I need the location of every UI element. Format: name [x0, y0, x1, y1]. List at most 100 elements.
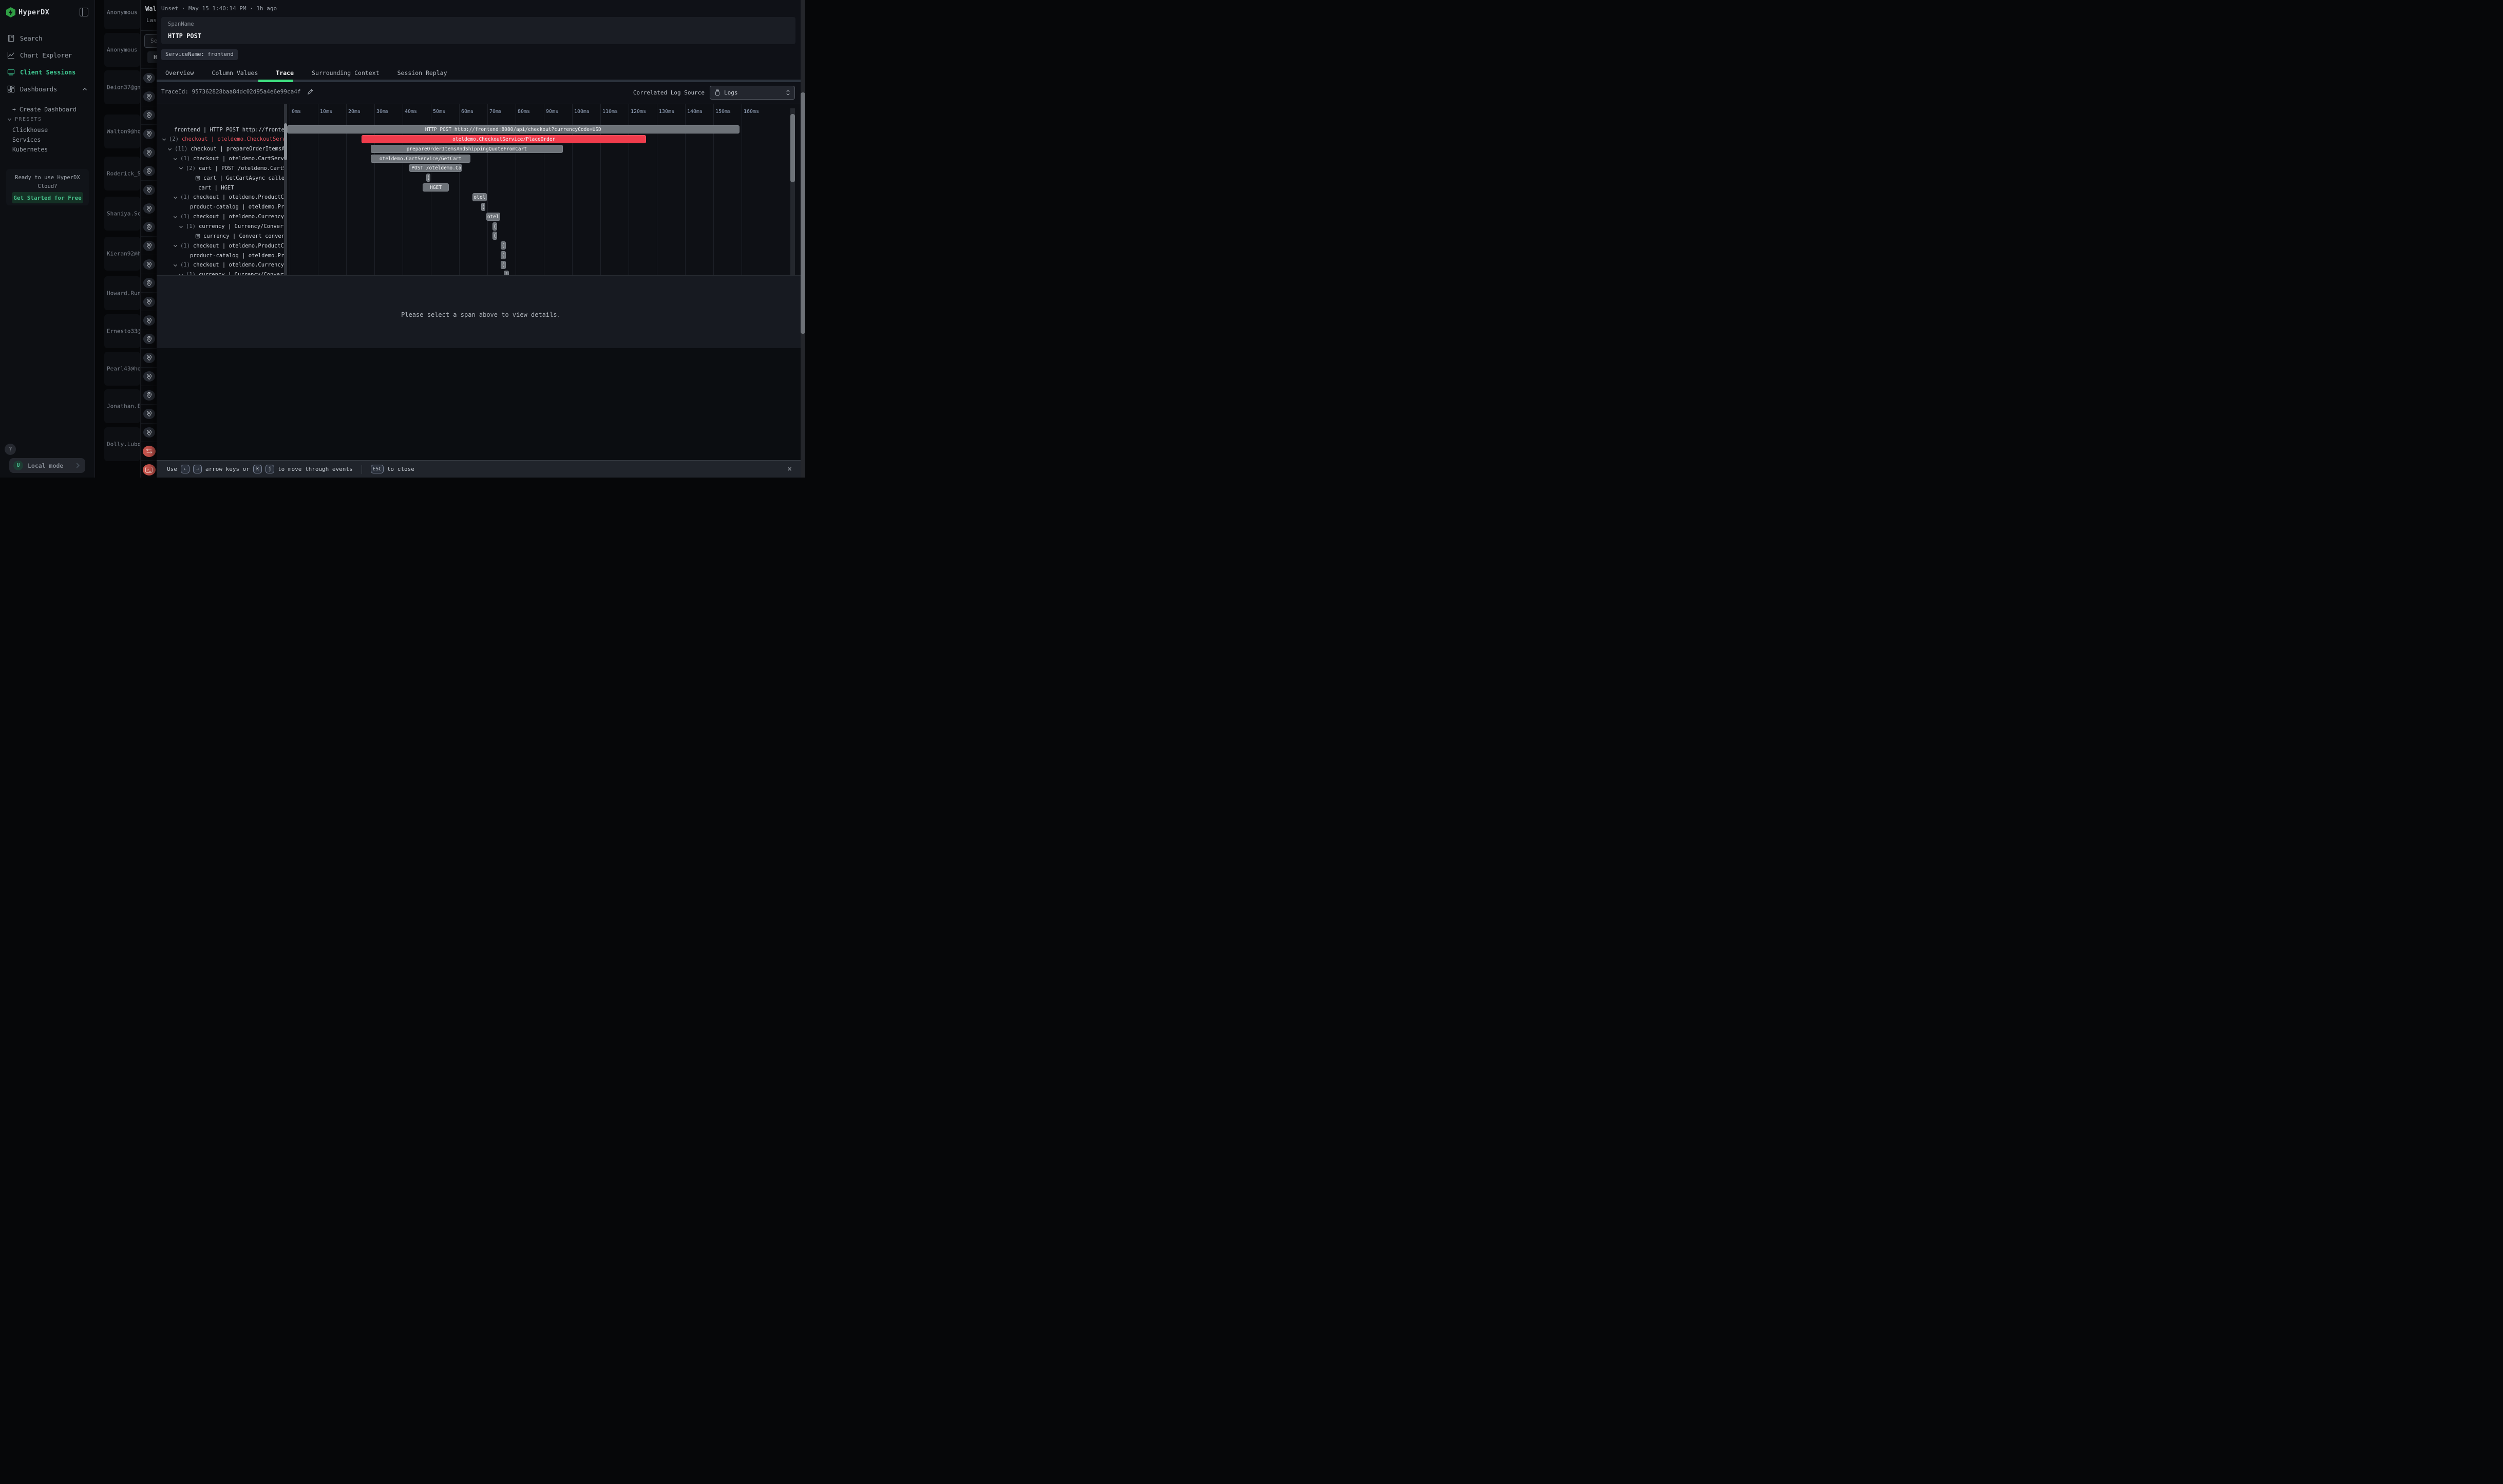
span-tree-row[interactable]: (1)currency | Currency/Convert — [158, 222, 285, 232]
event-row[interactable] — [141, 87, 157, 105]
sidebar-item-search[interactable]: Search — [0, 30, 95, 47]
sidebar-item-chart-explorer[interactable]: Chart Explorer — [0, 47, 95, 64]
preset-item-kubernetes[interactable]: Kubernetes — [12, 146, 89, 156]
event-row[interactable] — [141, 330, 157, 348]
chevron-down-icon[interactable] — [173, 157, 178, 161]
preset-item-services[interactable]: Services — [12, 136, 89, 146]
event-row[interactable] — [141, 311, 157, 329]
span-tree-row[interactable]: frontend | HTTP POST http://frontend:… — [158, 125, 285, 135]
span-bar[interactable]: ( — [504, 271, 509, 276]
span-bar[interactable]: ( — [501, 241, 506, 250]
span-tree-row[interactable]: (1)checkout | oteldemo.CurrencySe… — [158, 212, 285, 222]
event-row[interactable] — [141, 292, 157, 311]
span-bar[interactable]: otel — [472, 193, 487, 201]
event-row[interactable] — [141, 274, 157, 292]
event-row[interactable] — [141, 255, 157, 273]
session-card[interactable]: Howard.Run — [104, 276, 140, 310]
tab-trace[interactable]: Trace — [276, 69, 294, 77]
span-tree-row[interactable]: cart | GetCartAsync called… — [158, 173, 285, 183]
edit-pencil-icon[interactable] — [307, 89, 313, 95]
chevron-down-icon[interactable] — [173, 195, 178, 200]
session-card[interactable]: Ernesto33@ — [104, 314, 140, 348]
session-card[interactable]: Shaniya.Sc — [104, 197, 140, 231]
span-bar[interactable]: oteldemo.CartService/GetCart — [371, 155, 470, 163]
chevron-down-icon[interactable] — [173, 215, 178, 219]
session-card[interactable]: Deion37@gm — [104, 70, 140, 104]
span-tree-row[interactable]: currency | Convert convers… — [158, 231, 285, 241]
span-tree-row[interactable]: (1)checkout | oteldemo.CurrencySe… — [158, 260, 285, 270]
chevron-down-icon[interactable] — [179, 166, 183, 170]
span-tree-row[interactable]: (1)currency | Currency/Convert — [158, 270, 285, 276]
waterfall-scrollbar-thumb[interactable] — [790, 114, 795, 182]
tab-surrounding-context[interactable]: Surrounding Context — [312, 69, 380, 77]
preset-item-clickhouse[interactable]: Clickhouse — [12, 126, 89, 136]
close-icon[interactable]: × — [787, 464, 792, 473]
session-card[interactable]: Pearl43@ho — [104, 352, 140, 386]
session-card[interactable]: Walton9@ho — [104, 115, 140, 148]
event-row[interactable] — [141, 348, 157, 367]
session-card[interactable]: Anonymous — [104, 0, 140, 29]
session-card[interactable]: Jonathan.E — [104, 389, 140, 423]
span-bar[interactable]: prepareOrderItemsAndShippingQuoteFromCar… — [371, 145, 563, 153]
span-tree-row[interactable]: (1)checkout | oteldemo.ProductCat… — [158, 193, 285, 202]
span-bar[interactable]: ( — [501, 261, 506, 269]
histogram-button-clipped[interactable]: H — [147, 51, 157, 63]
span-bar[interactable]: otel — [486, 213, 500, 221]
span-bar[interactable]: POST /oteldemo.Cart — [409, 164, 462, 172]
span-bar[interactable]: ( — [481, 203, 485, 211]
event-row[interactable] — [141, 236, 157, 255]
span-tree-row[interactable]: product-catalog | oteldemo.Prod… — [158, 251, 285, 260]
session-card[interactable]: Dolly.Lubo — [104, 427, 140, 461]
span-tree-row[interactable]: (1)checkout | oteldemo.CartServic… — [158, 154, 285, 164]
span-tree-row[interactable]: cart | HGET — [158, 183, 285, 193]
local-mode-menu[interactable]: U Local mode — [9, 458, 85, 473]
span-bar[interactable]: oteldemo.CheckoutService/PlaceOrder — [362, 135, 646, 143]
event-row[interactable] — [141, 68, 157, 87]
page-scrollbar-thumb[interactable] — [801, 92, 805, 334]
chevron-down-icon[interactable] — [167, 147, 172, 151]
span-tree-row[interactable]: (2)cart | POST /oteldemo.CartSe… — [158, 163, 285, 173]
span-bar[interactable]: ( — [426, 174, 430, 182]
event-row[interactable] — [141, 404, 157, 423]
span-tree-row[interactable]: (2)checkout | oteldemo.CheckoutServic… — [158, 135, 285, 144]
span-bar[interactable]: ( — [501, 251, 506, 259]
span-bar[interactable]: ( — [492, 232, 497, 240]
event-row[interactable]: >_ — [141, 460, 157, 478]
span-bar[interactable]: HTTP POST http://frontend:8080/api/check… — [287, 125, 740, 134]
chevron-down-icon[interactable] — [173, 263, 178, 268]
event-row[interactable] — [141, 386, 157, 404]
chevron-down-icon[interactable] — [179, 224, 183, 229]
span-bar[interactable]: ( — [492, 222, 497, 231]
event-row[interactable] — [141, 106, 157, 124]
event-row[interactable] — [141, 180, 157, 199]
sidebar-collapse-icon[interactable] — [80, 8, 88, 16]
span-tree-row[interactable]: product-catalog | oteldemo.Prod… — [158, 202, 285, 212]
event-row[interactable] — [141, 124, 157, 143]
span-tree-row[interactable]: (1)checkout | oteldemo.ProductCat… — [158, 241, 285, 251]
session-card[interactable]: Anonymous — [104, 33, 140, 67]
tab-column-values[interactable]: Column Values — [212, 69, 258, 77]
service-name-chip[interactable]: ServiceName: frontend — [161, 49, 238, 60]
span-tree-row[interactable]: (11)checkout | prepareOrderItemsAnd… — [158, 144, 285, 154]
event-row[interactable] — [141, 199, 157, 217]
chevron-down-icon[interactable] — [173, 243, 178, 248]
chevron-down-icon[interactable] — [162, 137, 166, 142]
tab-overview[interactable]: Overview — [165, 69, 194, 77]
tab-session-replay[interactable]: Session Replay — [397, 69, 447, 77]
span-bar[interactable]: HGET — [423, 183, 449, 192]
create-dashboard-button[interactable]: + Create Dashboard — [12, 106, 77, 113]
event-row[interactable] — [141, 143, 157, 161]
get-started-button[interactable]: Get Started for Free — [12, 192, 83, 203]
chevron-down-icon[interactable] — [179, 273, 183, 276]
session-card[interactable]: Roderick_S — [104, 157, 140, 191]
event-row[interactable] — [141, 442, 157, 460]
event-row[interactable] — [141, 162, 157, 180]
session-card[interactable]: Kieran92@h — [104, 237, 140, 271]
help-button[interactable]: ? — [5, 444, 16, 455]
log-source-select[interactable]: Logs — [710, 86, 795, 100]
presets-toggle[interactable]: PRESETS — [7, 117, 42, 122]
event-row[interactable] — [141, 367, 157, 386]
search-input[interactable]: Sea — [144, 34, 157, 48]
sidebar-item-client-sessions[interactable]: Client Sessions — [0, 64, 95, 81]
event-row[interactable] — [141, 423, 157, 442]
